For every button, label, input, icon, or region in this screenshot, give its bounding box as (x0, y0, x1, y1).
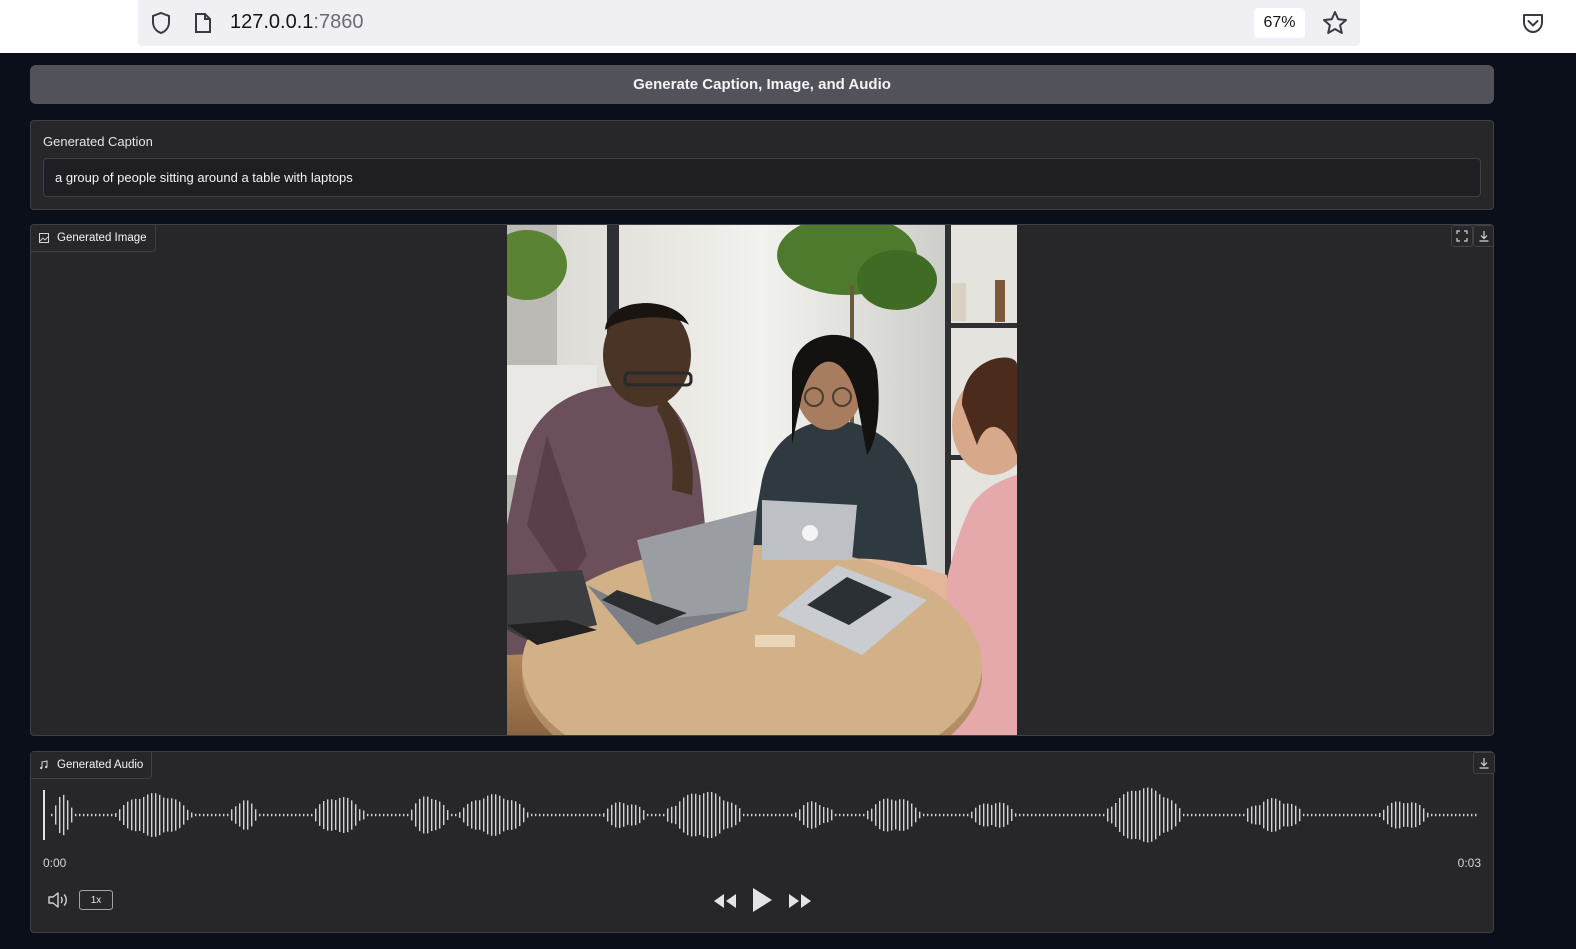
image-icon (39, 233, 49, 243)
download-icon (1479, 231, 1489, 242)
caption-textbox[interactable]: a group of people sitting around a table… (43, 158, 1481, 197)
image-block: Generated Image (30, 224, 1494, 736)
bookmark-star-icon[interactable] (1322, 10, 1348, 36)
browser-toolbar: 127.0.0.1:7860 67% (0, 0, 1576, 53)
image-label-text: Generated Image (57, 232, 147, 244)
zoom-level-badge[interactable]: 67% (1254, 8, 1305, 38)
fast-forward-icon[interactable] (787, 892, 813, 910)
image-block-label: Generated Image (31, 225, 156, 252)
pocket-icon[interactable] (1521, 12, 1545, 34)
fullscreen-button[interactable] (1451, 225, 1473, 247)
audio-duration: 0:03 (1457, 856, 1481, 870)
volume-icon[interactable] (47, 891, 69, 909)
caption-label: Generated Caption (43, 134, 153, 149)
audio-label-text: Generated Audio (57, 759, 144, 771)
playback-speed-button[interactable]: 1x (79, 890, 113, 910)
generated-image-picture (507, 225, 1017, 735)
url-text[interactable]: 127.0.0.1:7860 (230, 11, 363, 34)
audio-block-label: Generated Audio (31, 752, 153, 779)
gradio-app: Generate Caption, Image, and Audio Gener… (0, 53, 1512, 949)
image-download-button[interactable] (1473, 225, 1493, 247)
generated-image (507, 225, 1017, 735)
shield-icon[interactable] (150, 11, 172, 35)
audio-block: Generated Audio 0:00 0:03 1x (30, 751, 1495, 933)
music-icon (40, 760, 48, 770)
audio-waveform[interactable] (43, 787, 1481, 843)
rewind-icon[interactable] (712, 892, 738, 910)
fullscreen-icon (1456, 230, 1468, 242)
play-icon[interactable] (750, 886, 774, 914)
generate-button[interactable]: Generate Caption, Image, and Audio (30, 65, 1494, 104)
caption-block: Generated Caption a group of people sitt… (30, 120, 1494, 210)
audio-download-button[interactable] (1473, 752, 1495, 774)
audio-current-time: 0:00 (43, 856, 67, 870)
page-icon (195, 13, 211, 33)
download-icon (1479, 758, 1489, 769)
